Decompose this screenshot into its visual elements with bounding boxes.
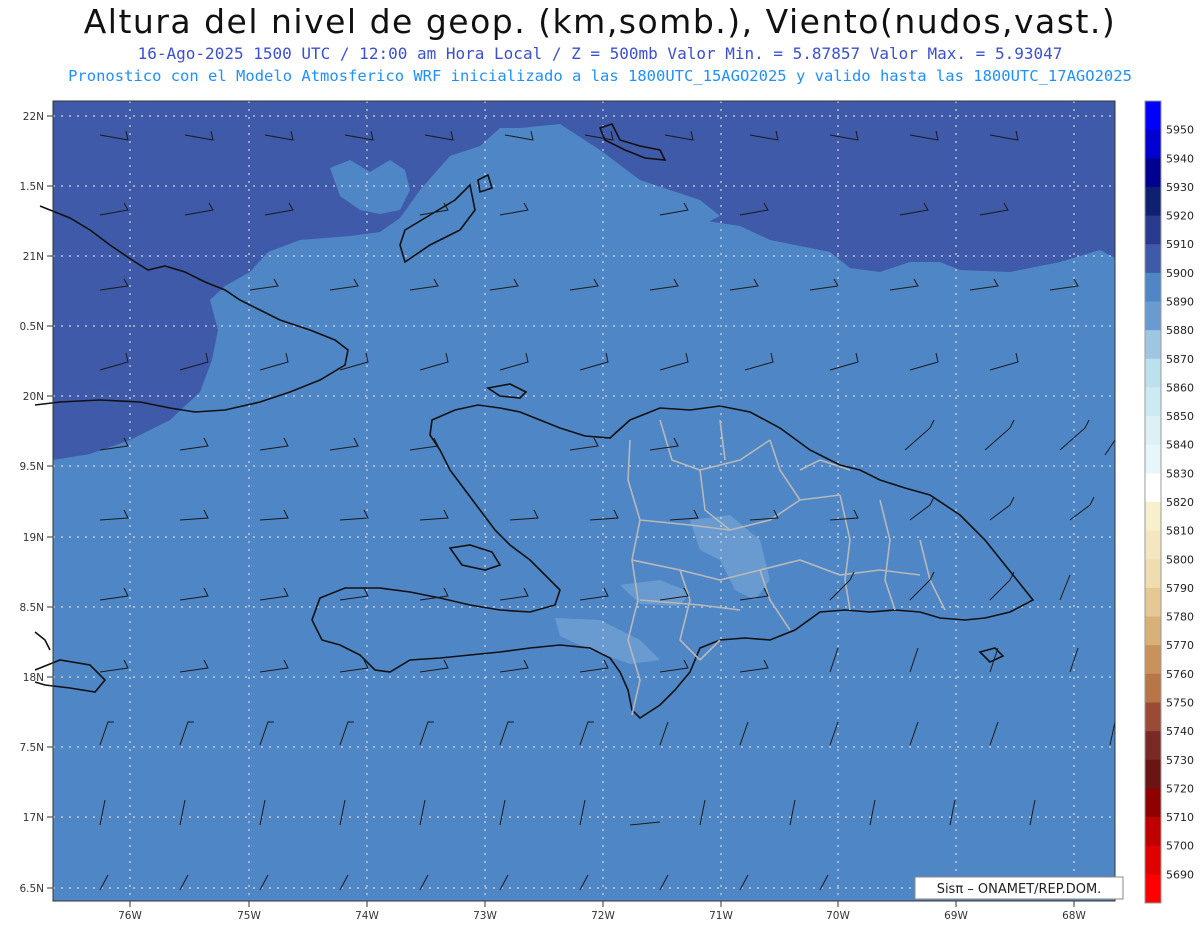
colorbar-swatch: [1145, 215, 1161, 245]
colorbar-swatch: [1145, 101, 1161, 131]
colorbar-label: 5850: [1166, 410, 1194, 423]
colorbar-label: 5730: [1166, 754, 1194, 767]
lat-label: 18N: [23, 672, 44, 684]
colorbar-label: 5810: [1166, 525, 1194, 538]
colorbar-label: 5840: [1166, 439, 1194, 452]
colorbar-swatch: [1145, 330, 1161, 360]
lat-label: 8.5N: [19, 602, 44, 614]
colorbar-swatch: [1145, 702, 1161, 732]
colorbar-swatch: [1145, 845, 1161, 875]
colorbar-label: 5930: [1166, 181, 1194, 194]
colorbar-label: 5690: [1166, 868, 1194, 881]
colorbar: 5950 5940 5930 5920 5910 5900 5890 5880 5870 5860…: [1144, 100, 1194, 904]
colorbar-label: 5910: [1166, 238, 1194, 251]
credit-text: Sisπ – ONAMET/REP.DOM.: [937, 882, 1102, 897]
lat-label: 0.5N: [19, 321, 44, 333]
lon-label: 76W: [118, 910, 142, 922]
colorbar-label: 5710: [1166, 811, 1194, 824]
jamaica-west: [34, 631, 51, 651]
colorbar-label: 5700: [1166, 840, 1194, 853]
map-figure: 22N 1.5N 21N 0.5N 20N 9.5N 19N 8.5N 18N …: [19, 100, 1194, 922]
colorbar-label: 5950: [1166, 124, 1194, 137]
lat-label: 20N: [23, 391, 44, 403]
lat-label: 1.5N: [19, 181, 44, 193]
colorbar-swatch: [1145, 616, 1161, 646]
colorbar-swatch: [1145, 788, 1161, 818]
colorbar-label: 5790: [1166, 582, 1194, 595]
colorbar-swatch: [1145, 587, 1161, 618]
colorbar-swatch: [1145, 358, 1161, 388]
colorbar-swatch: [1145, 444, 1161, 474]
lat-label: 22N: [23, 111, 44, 123]
lon-label: 69W: [944, 910, 968, 922]
colorbar-swatch: [1145, 158, 1161, 188]
colorbar-label: 5800: [1166, 553, 1194, 566]
lat-label: 6.5N: [19, 883, 44, 895]
colorbar-swatch: [1145, 473, 1161, 503]
colorbar-swatch: [1145, 129, 1161, 159]
lon-label: 70W: [826, 910, 850, 922]
lat-label: 9.5N: [19, 461, 44, 473]
lon-label: 68W: [1062, 910, 1086, 922]
lat-label: 19N: [23, 532, 44, 544]
colorbar-label: 5890: [1166, 296, 1194, 309]
colorbar-swatch: [1145, 502, 1161, 532]
lon-label: 73W: [473, 910, 497, 922]
lon-label: 74W: [355, 910, 379, 922]
colorbar-label: 5880: [1166, 324, 1194, 337]
colorbar-swatch: [1145, 673, 1161, 703]
lon-label: 71W: [709, 910, 733, 922]
colorbar-swatch: [1145, 731, 1161, 761]
colorbar-swatch: [1145, 272, 1161, 302]
colorbar-label: 5760: [1166, 668, 1194, 681]
colorbar-label: 5780: [1166, 611, 1194, 624]
colorbar-swatch: [1145, 530, 1161, 560]
colorbar-swatch: [1145, 645, 1161, 675]
colorbar-swatch: [1145, 244, 1161, 274]
colorbar-label: 5860: [1166, 381, 1194, 394]
colorbar-swatch: [1145, 817, 1161, 847]
colorbar-label: 5870: [1166, 353, 1194, 366]
colorbar-swatch: [1145, 416, 1161, 446]
lon-label: 75W: [237, 910, 261, 922]
colorbar-label: 5750: [1166, 697, 1194, 710]
lat-label: 17N: [23, 812, 44, 824]
colorbar-swatch: [1145, 759, 1161, 789]
colorbar-label: 5920: [1166, 210, 1194, 223]
colorbar-label: 5740: [1166, 725, 1194, 738]
colorbar-swatch: [1145, 559, 1161, 589]
colorbar-label: 5820: [1166, 496, 1194, 509]
colorbar-swatch: [1145, 301, 1161, 331]
lon-label: 72W: [591, 910, 615, 922]
lat-label: 7.5N: [19, 742, 44, 754]
colorbar-swatch: [1145, 186, 1161, 217]
colorbar-swatch: [1145, 387, 1161, 417]
colorbar-swatch: [1145, 874, 1161, 904]
colorbar-label: 5770: [1166, 639, 1194, 652]
colorbar-label: 5830: [1166, 467, 1194, 480]
lat-label: 21N: [23, 251, 44, 263]
colorbar-label: 5940: [1166, 152, 1194, 165]
colorbar-label: 5720: [1166, 782, 1194, 795]
colorbar-label: 5900: [1166, 267, 1194, 280]
